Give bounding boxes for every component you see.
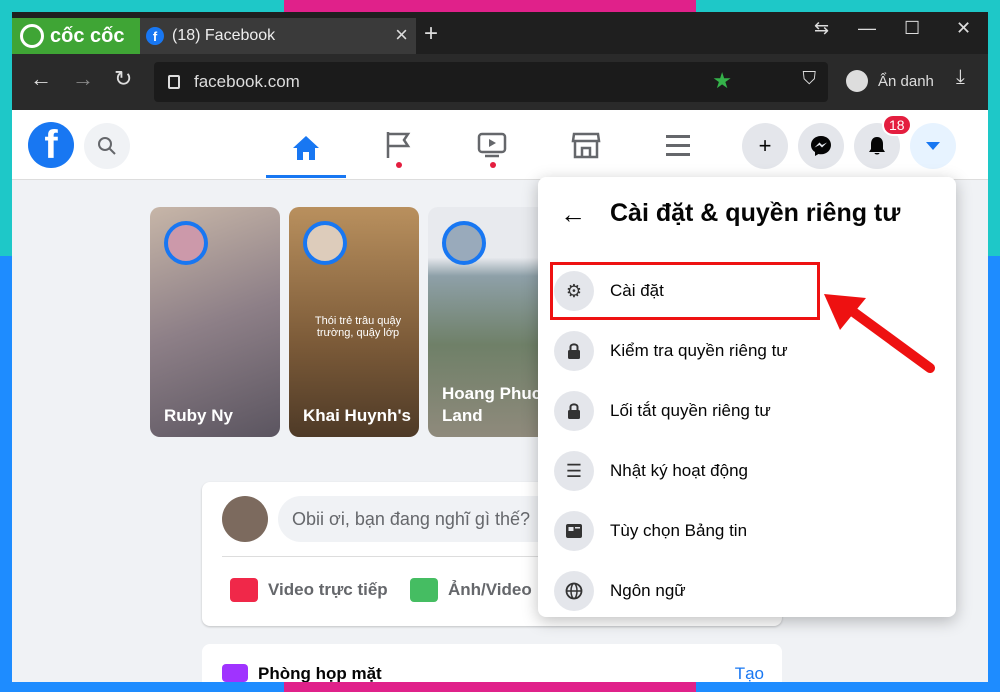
messenger-button[interactable] bbox=[798, 123, 844, 169]
menu-item-activity-log[interactable]: ☰ Nhật ký hoạt động bbox=[554, 443, 944, 499]
rooms-panel: Phòng họp mặt Tạo bbox=[202, 644, 782, 682]
incognito-indicator[interactable]: Ẩn danh bbox=[846, 70, 934, 92]
menu-item-label: Tùy chọn Bảng tin bbox=[610, 521, 748, 540]
search-button[interactable] bbox=[84, 123, 130, 169]
tab-facebook[interactable]: f (18) Facebook × bbox=[140, 18, 416, 54]
brand-label: cốc cốc bbox=[50, 24, 125, 47]
lock-icon bbox=[168, 75, 180, 89]
create-button[interactable]: + bbox=[742, 123, 788, 169]
live-video-icon bbox=[230, 578, 258, 602]
dropdown-title: Cài đặt & quyền riêng tư bbox=[610, 199, 901, 227]
nav-home[interactable] bbox=[266, 120, 346, 178]
incognito-icon bbox=[846, 70, 868, 92]
nav-marketplace[interactable] bbox=[546, 120, 626, 170]
messenger-icon bbox=[811, 136, 831, 156]
account-menu-button[interactable] bbox=[910, 123, 956, 169]
store-icon bbox=[571, 132, 601, 159]
globe-icon bbox=[554, 571, 594, 611]
nav-pages[interactable] bbox=[358, 120, 438, 170]
incognito-label: Ẩn danh bbox=[878, 72, 934, 90]
tab-title: (18) Facebook bbox=[172, 27, 276, 44]
lock-heart-icon bbox=[554, 331, 594, 371]
back-button[interactable]: ← bbox=[30, 66, 52, 92]
url-text: facebook.com bbox=[194, 72, 300, 91]
story-avatar bbox=[303, 221, 347, 265]
maximize-button[interactable]: ☐ bbox=[904, 18, 920, 39]
window-close-button[interactable]: ✕ bbox=[956, 18, 971, 39]
minimize-button[interactable]: — bbox=[858, 18, 876, 39]
feed-icon bbox=[554, 511, 594, 551]
back-arrow-icon[interactable]: ← bbox=[560, 199, 586, 230]
shield-icon[interactable]: ⛉ bbox=[803, 68, 817, 89]
menu-item-label: Lối tắt quyền riêng tư bbox=[610, 401, 771, 420]
flag-icon bbox=[386, 132, 411, 158]
tab-bar: cốc cốc f (18) Facebook × + ⇆ — ☐ ✕ bbox=[12, 12, 988, 54]
live-video-button[interactable]: Video trực tiếp bbox=[230, 578, 388, 602]
list-icon: ☰ bbox=[554, 451, 594, 491]
notification-badge: 18 bbox=[882, 114, 912, 136]
hamburger-icon bbox=[666, 135, 690, 156]
video-room-icon bbox=[222, 664, 248, 682]
plus-icon: + bbox=[758, 133, 772, 158]
story-avatar bbox=[164, 221, 208, 265]
avatar[interactable] bbox=[222, 496, 268, 542]
menu-item-language[interactable]: Ngôn ngữ bbox=[554, 563, 944, 619]
photo-video-label: Ảnh/Video bbox=[448, 580, 532, 599]
create-room-link[interactable]: Tạo bbox=[735, 664, 764, 682]
photo-icon bbox=[410, 578, 438, 602]
story-name: Khai Huynh's bbox=[303, 406, 411, 425]
annotation-arrow-icon bbox=[824, 294, 935, 373]
photo-video-button[interactable]: Ảnh/Video bbox=[410, 578, 532, 602]
close-tab-icon[interactable]: × bbox=[395, 22, 408, 48]
bookmark-star-icon[interactable]: ★ bbox=[712, 68, 732, 94]
story-avatar bbox=[442, 221, 486, 265]
pages-notification-dot bbox=[396, 162, 402, 168]
story-card[interactable]: Thói trẻ trâu quậy trường, quậy lớp Khai… bbox=[289, 207, 419, 437]
forward-button[interactable]: → bbox=[72, 66, 94, 92]
lock-icon bbox=[554, 391, 594, 431]
menu-item-label: Ngôn ngữ bbox=[610, 581, 686, 600]
bell-icon bbox=[869, 137, 885, 155]
settings-privacy-dropdown: ← Cài đặt & quyền riêng tư ⚙ Cài đặt Kiể… bbox=[538, 177, 956, 617]
url-field[interactable]: facebook.com ★ ⛉ bbox=[154, 62, 828, 102]
watch-notification-dot bbox=[490, 162, 496, 168]
coccoc-brand[interactable]: cốc cốc bbox=[12, 18, 140, 54]
nav-watch[interactable] bbox=[452, 120, 532, 170]
facebook-favicon-icon: f bbox=[146, 27, 164, 45]
tab-search-icon[interactable]: ⇆ bbox=[814, 18, 829, 39]
home-icon bbox=[293, 135, 319, 160]
live-video-label: Video trực tiếp bbox=[268, 580, 388, 599]
video-icon bbox=[477, 132, 507, 158]
story-caption: Thói trẻ trâu quậy trường, quậy lớp bbox=[314, 315, 402, 339]
facebook-header: f + 18 bbox=[12, 110, 988, 180]
menu-item-label: Kiểm tra quyền riêng tư bbox=[610, 341, 788, 360]
caret-down-icon bbox=[926, 142, 940, 150]
coccoc-logo-icon bbox=[20, 24, 44, 48]
reload-button[interactable]: ↻ bbox=[114, 66, 132, 92]
menu-item-news-feed-preferences[interactable]: Tùy chọn Bảng tin bbox=[554, 503, 944, 559]
menu-item-label: Nhật ký hoạt động bbox=[610, 461, 748, 480]
rooms-title: Phòng họp mặt bbox=[258, 664, 382, 682]
download-icon[interactable]: ⤓ bbox=[956, 66, 965, 89]
highlight-box bbox=[550, 262, 820, 320]
story-card[interactable]: Ruby Ny bbox=[150, 207, 280, 437]
search-icon bbox=[98, 137, 116, 155]
nav-menu[interactable] bbox=[638, 120, 718, 170]
new-tab-button[interactable]: + bbox=[424, 20, 438, 48]
facebook-logo-icon[interactable]: f bbox=[28, 122, 74, 168]
menu-item-privacy-shortcuts[interactable]: Lối tắt quyền riêng tư bbox=[554, 383, 944, 439]
story-name: Ruby Ny bbox=[164, 406, 233, 425]
address-bar: ← → ↻ facebook.com ★ ⛉ Ẩn danh ⤓ bbox=[12, 54, 988, 110]
